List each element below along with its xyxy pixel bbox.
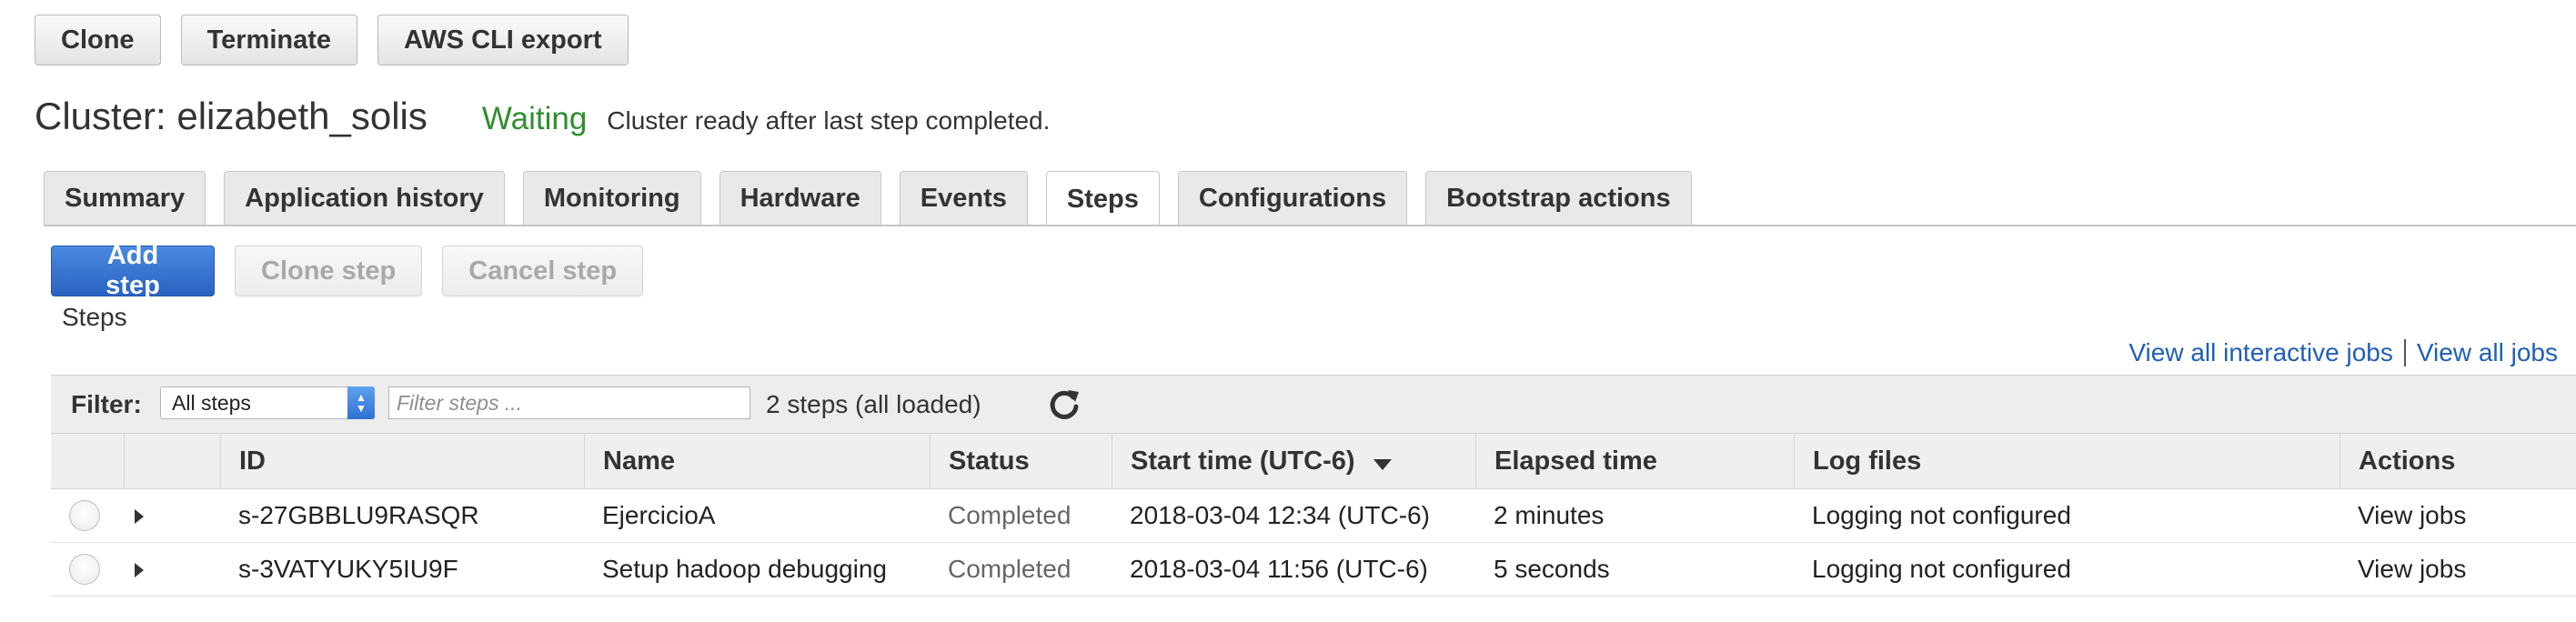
step-status: Completed — [948, 555, 1072, 583]
tab-steps[interactable]: Steps — [1045, 171, 1160, 226]
tab-summary[interactable]: Summary — [44, 171, 206, 226]
filter-steps-input[interactable] — [388, 386, 750, 419]
step-elapsed-time: 2 minutes — [1494, 501, 1605, 529]
row-select-radio[interactable] — [69, 554, 100, 585]
table-row[interactable]: s-27GBBLU9RASQR EjercicioA Completed 201… — [51, 489, 2576, 543]
view-all-jobs-link[interactable]: View all jobs — [2417, 338, 2558, 367]
expand-column-header — [124, 434, 184, 488]
select-column-header — [51, 434, 124, 488]
start-time-header-label: Start time (UTC-6) — [1131, 446, 1355, 476]
emr-cluster-page: Clone Terminate AWS CLI export Cluster: … — [0, 0, 2576, 622]
aws-cli-export-button[interactable]: AWS CLI export — [377, 15, 629, 65]
cluster-actions: Clone Terminate AWS CLI export — [35, 15, 629, 65]
column-header-start-time[interactable]: Start time (UTC-6) — [1112, 434, 1475, 488]
tabs-divider — [44, 225, 2576, 226]
step-start-time: 2018-03-04 12:34 (UTC-6) — [1130, 501, 1430, 529]
tab-events[interactable]: Events — [899, 171, 1028, 226]
step-elapsed-time: 5 seconds — [1494, 555, 1610, 583]
cluster-status: Waiting — [481, 101, 588, 136]
job-links: View all interactive jobs View all jobs — [2128, 338, 2558, 367]
table-header: ID Name Status Start time (UTC-6) Elapse… — [51, 433, 2576, 489]
step-id: s-3VATYUKY5IU9F — [238, 555, 458, 583]
add-step-button[interactable]: Add step — [51, 241, 215, 300]
page-title: Cluster: elizabeth_solis — [35, 95, 428, 137]
refresh-icon[interactable] — [1046, 386, 1082, 423]
column-header-id[interactable]: ID — [220, 434, 584, 488]
tab-configurations[interactable]: Configurations — [1177, 171, 1408, 226]
expand-row-icon[interactable] — [135, 563, 144, 577]
view-jobs-link[interactable]: View jobs — [2358, 489, 2466, 542]
column-header-log-files[interactable]: Log files — [1794, 434, 2340, 488]
view-jobs-link[interactable]: View jobs — [2358, 543, 2466, 596]
tab-bootstrap-actions[interactable]: Bootstrap actions — [1425, 171, 1692, 226]
step-actions: Add step Clone step Cancel step — [51, 241, 644, 300]
step-log-files: Logging not configured — [1812, 501, 2071, 529]
step-start-time: 2018-03-04 11:56 (UTC-6) — [1130, 555, 1428, 583]
column-header-actions: Actions — [2340, 434, 2576, 488]
column-header-name[interactable]: Name — [584, 434, 930, 488]
filter-label: Filter: — [71, 390, 142, 418]
steps-table: ID Name Status Start time (UTC-6) Elapse… — [51, 433, 2576, 597]
step-id: s-27GBBLU9RASQR — [238, 501, 479, 529]
step-status: Completed — [948, 501, 1072, 529]
cluster-status-message: Cluster ready after last step completed. — [607, 106, 1051, 135]
step-log-files: Logging not configured — [1812, 555, 2071, 583]
tab-hardware[interactable]: Hardware — [719, 171, 881, 226]
steps-count: 2 steps (all loaded) — [766, 390, 981, 418]
select-value: All steps — [172, 390, 251, 415]
tab-monitoring[interactable]: Monitoring — [522, 171, 701, 226]
link-separator — [2403, 339, 2406, 366]
clone-step-button[interactable]: Clone step — [235, 246, 423, 296]
cluster-header: Cluster: elizabeth_solis Waiting Cluster… — [35, 95, 1050, 138]
select-arrows-icon: ▲ ▼ — [347, 386, 375, 419]
clone-button[interactable]: Clone — [35, 15, 161, 65]
row-select-radio[interactable] — [69, 500, 100, 531]
step-name: EjercicioA — [602, 501, 716, 529]
expand-row-icon[interactable] — [135, 509, 144, 524]
tab-application-history[interactable]: Application history — [224, 171, 505, 226]
view-all-interactive-jobs-link[interactable]: View all interactive jobs — [2128, 338, 2393, 367]
filter-bar: Filter: All steps ▲▼ 2 steps (all loaded… — [51, 375, 2576, 433]
cluster-tabs: Summary Application history Monitoring H… — [44, 171, 1692, 226]
terminate-button[interactable]: Terminate — [180, 15, 358, 65]
table-row[interactable]: s-3VATYUKY5IU9F Setup hadoop debugging C… — [51, 543, 2576, 597]
column-header-elapsed-time[interactable]: Elapsed time — [1475, 434, 1794, 488]
steps-filter-select[interactable]: All steps ▲ ▼ — [160, 386, 375, 419]
steps-section-label: Steps — [62, 303, 127, 331]
step-name: Setup hadoop debugging — [602, 555, 887, 583]
column-header-status[interactable]: Status — [930, 434, 1112, 488]
cancel-step-button[interactable]: Cancel step — [442, 246, 644, 296]
sort-descending-icon — [1373, 459, 1392, 470]
